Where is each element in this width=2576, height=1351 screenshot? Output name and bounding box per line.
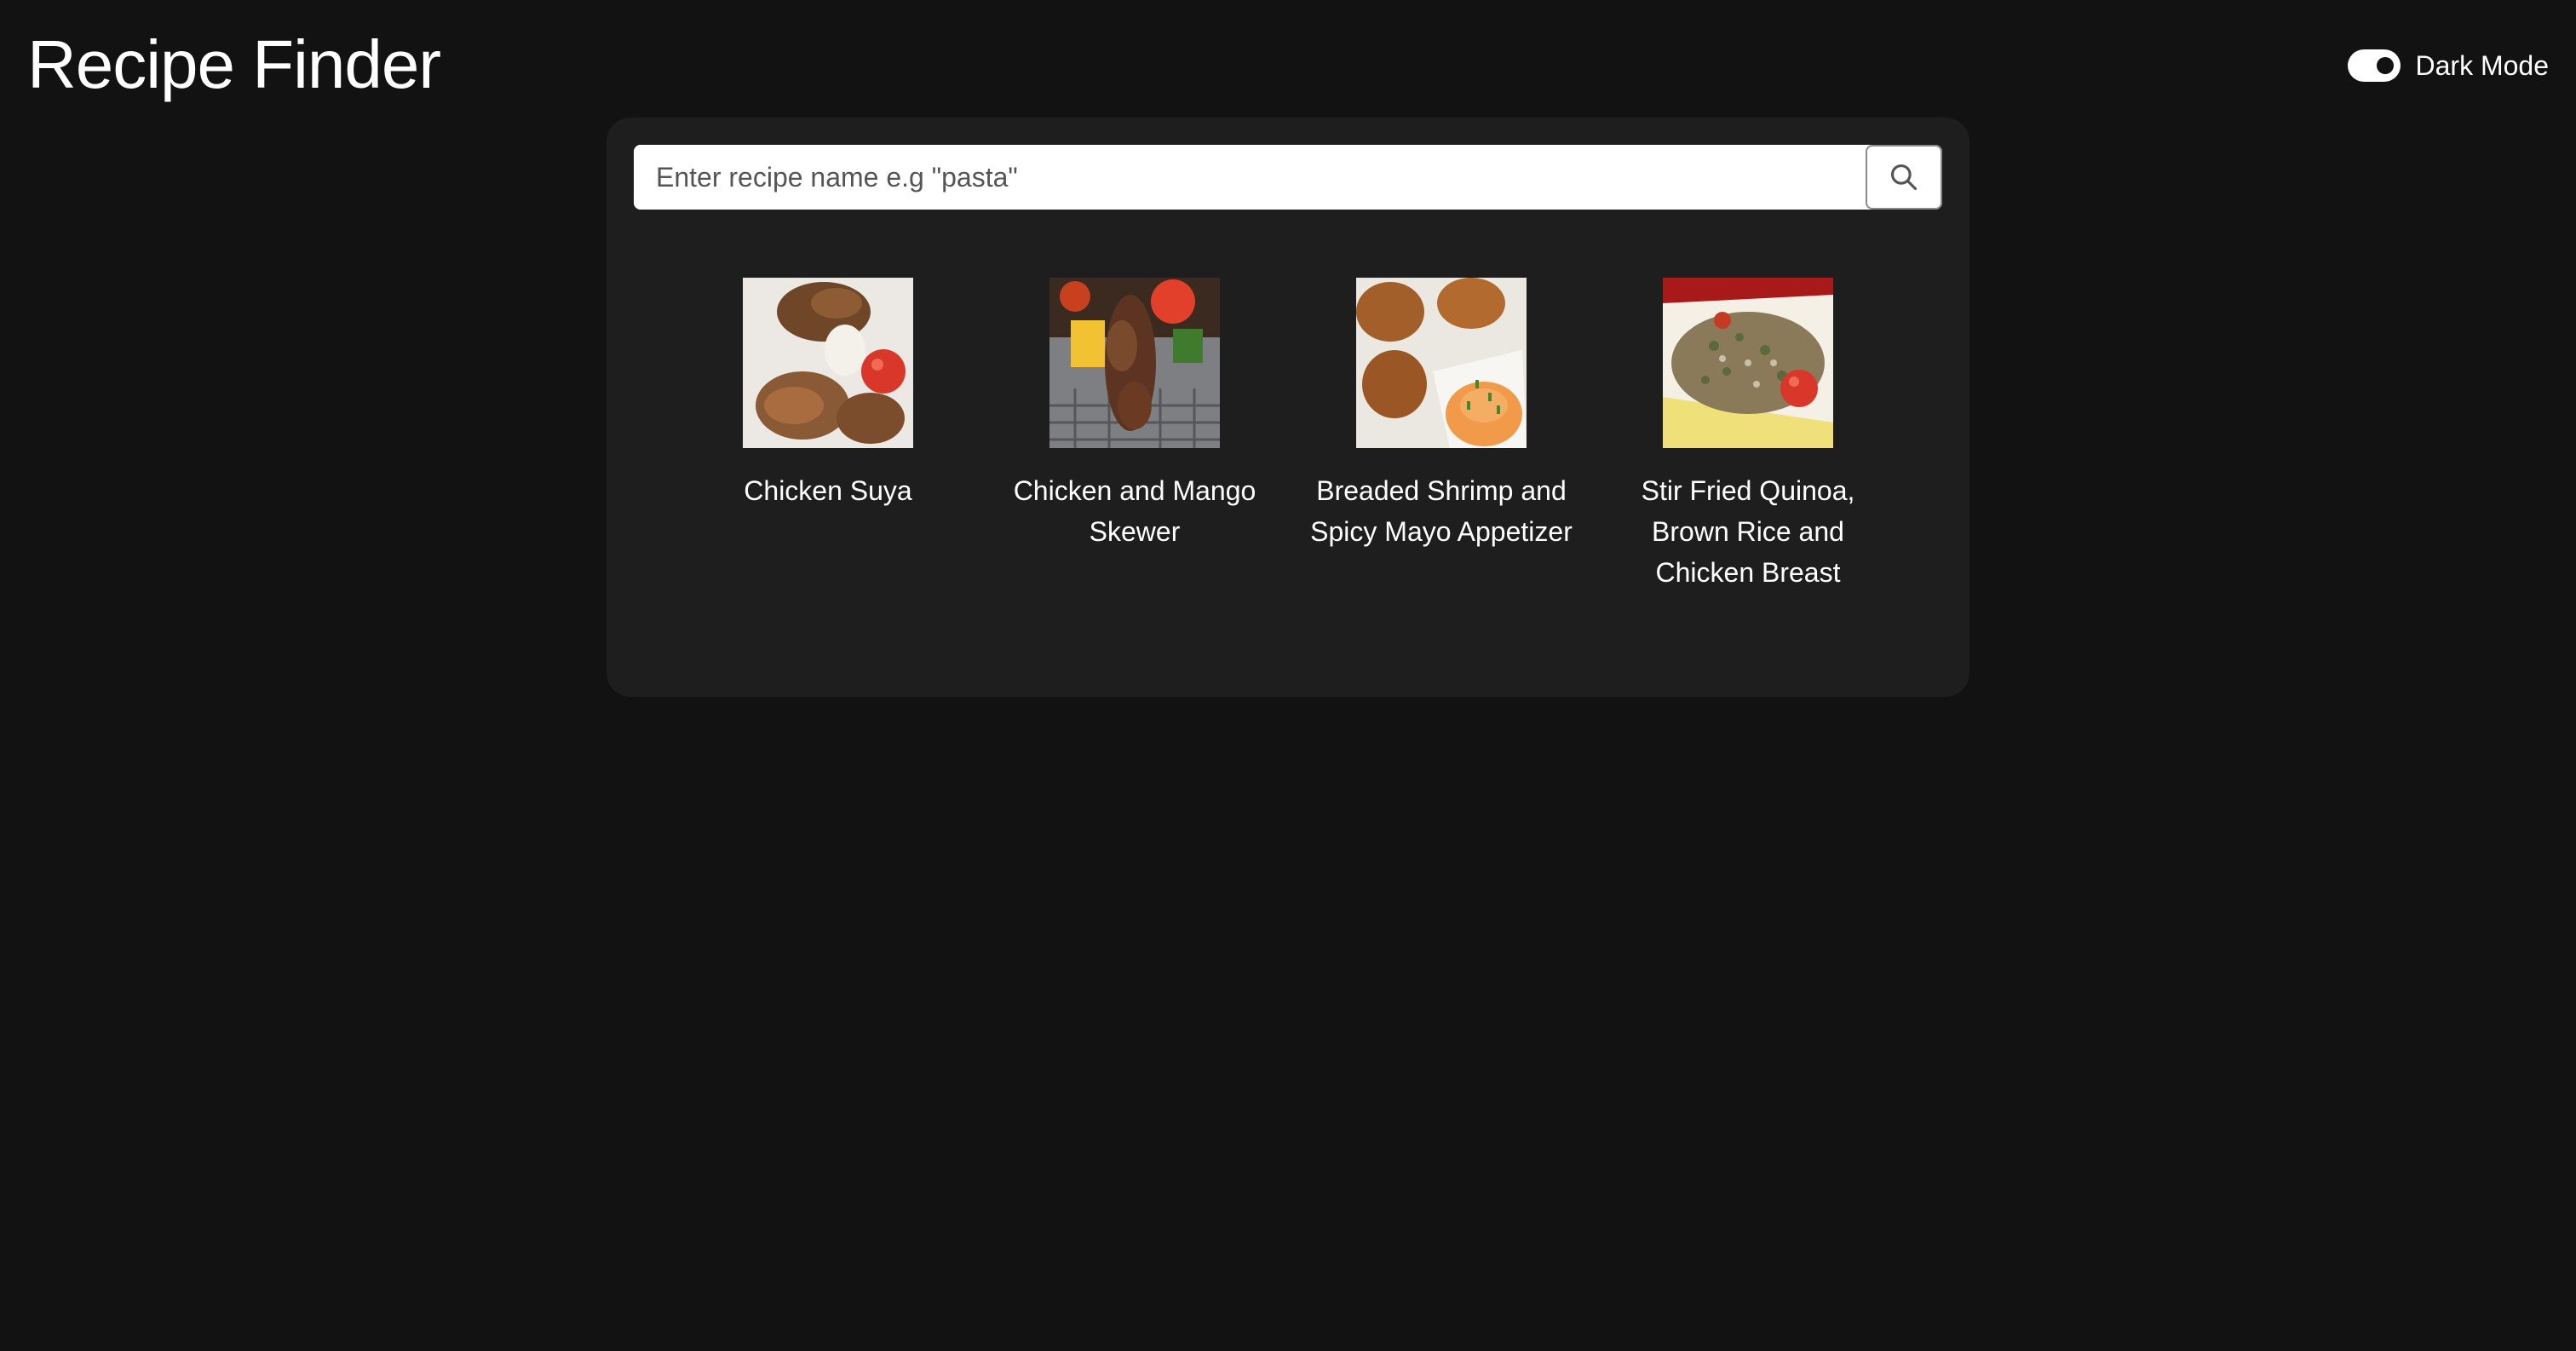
toggle-switch[interactable] [2347,49,2401,82]
search-panel: Chicken Suya [607,118,1969,697]
search-icon [1890,164,1918,191]
recipe-card[interactable]: Chicken and Mango Skewer [1014,278,1256,593]
search-button[interactable] [1866,145,1942,210]
dark-mode-toggle[interactable]: Dark Mode [2347,49,2550,82]
recipe-name[interactable]: Chicken and Mango Skewer [990,470,1279,552]
search-input[interactable] [634,145,1866,210]
recipe-card[interactable]: Chicken Suya [743,278,913,593]
recipe-card[interactable]: Stir Fried Quinoa, Brown Rice and Chicke… [1642,278,1854,593]
dark-mode-label: Dark Mode [2415,49,2550,81]
search-bar [634,145,1942,210]
recipe-name[interactable]: Stir Fried Quinoa, Brown Rice and Chicke… [1603,470,1893,593]
recipe-name[interactable]: Breaded Shrimp and Spicy Mayo Appetizer [1297,470,1586,552]
toggle-knob [2376,57,2394,74]
recipe-card[interactable]: Breaded Shrimp and Spicy Mayo Appetizer [1310,278,1573,593]
recipe-name[interactable]: Chicken Suya [683,470,973,511]
recipe-image[interactable] [1663,278,1833,448]
recipe-results: Chicken Suya Chicken and Mango Skewer Br… [607,278,1969,593]
recipe-image[interactable] [1049,278,1220,448]
recipe-image[interactable] [1356,278,1527,448]
app-root: Recipe Finder Dark Mode Enter recipe nam… [0,0,2576,1351]
page-title: Recipe Finder [27,26,441,102]
recipe-image[interactable] [743,278,913,448]
